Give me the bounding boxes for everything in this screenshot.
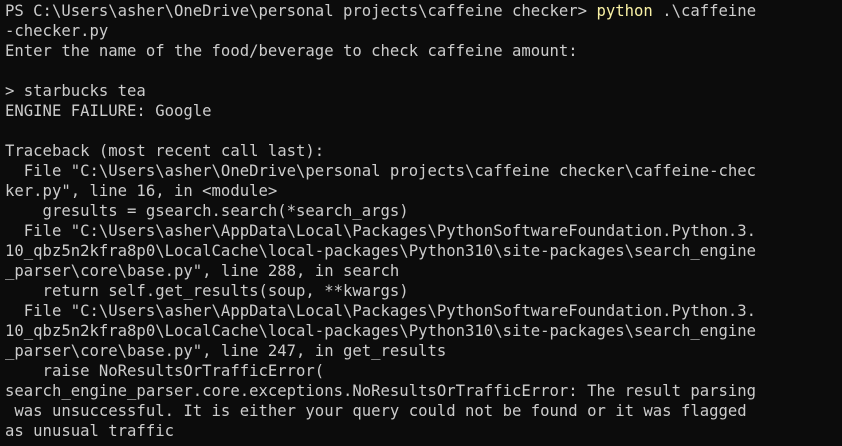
- command-args: .\caffeine: [652, 2, 757, 20]
- traceback-line: 10_qbz5n2kfra8p0\LocalCache\local-packag…: [5, 242, 757, 260]
- prompt-path: PS C:\Users\asher\OneDrive\personal proj…: [5, 2, 597, 20]
- traceback-line: return self.get_results(soup, **kwargs): [5, 282, 409, 300]
- traceback-line: File "C:\Users\asher\AppData\Local\Packa…: [5, 302, 757, 320]
- prompt-line: PS C:\Users\asher\OneDrive\personal proj…: [5, 1, 842, 21]
- command-name: python: [596, 2, 653, 20]
- output-line: -checker.py: [5, 22, 109, 40]
- error-message-line: as unusual traffic: [5, 422, 174, 440]
- traceback-line: _parser\core\base.py", line 247, in get_…: [5, 342, 447, 360]
- traceback-line: File "C:\Users\asher\OneDrive\personal p…: [5, 162, 757, 180]
- error-message-line: search_engine_parser.core.exceptions.NoR…: [5, 382, 757, 400]
- error-message-line: was unsuccessful. It is either your quer…: [5, 402, 747, 420]
- user-input-line: > starbucks tea: [5, 82, 146, 100]
- traceback-line: gresults = gsearch.search(*search_args): [5, 202, 409, 220]
- traceback-line: _parser\core\base.py", line 288, in sear…: [5, 262, 400, 280]
- terminal-window[interactable]: PS C:\Users\asher\OneDrive\personal proj…: [0, 0, 842, 446]
- traceback-line: 10_qbz5n2kfra8p0\LocalCache\local-packag…: [5, 322, 757, 340]
- traceback-line: raise NoResultsOrTrafficError(: [5, 362, 325, 380]
- output-line: Enter the name of the food/beverage to c…: [5, 42, 578, 60]
- traceback-line: ker.py", line 16, in <module>: [5, 182, 278, 200]
- traceback-line: File "C:\Users\asher\AppData\Local\Packa…: [5, 222, 757, 240]
- output-line: ENGINE FAILURE: Google: [5, 102, 212, 120]
- traceback-header: Traceback (most recent call last):: [5, 142, 325, 160]
